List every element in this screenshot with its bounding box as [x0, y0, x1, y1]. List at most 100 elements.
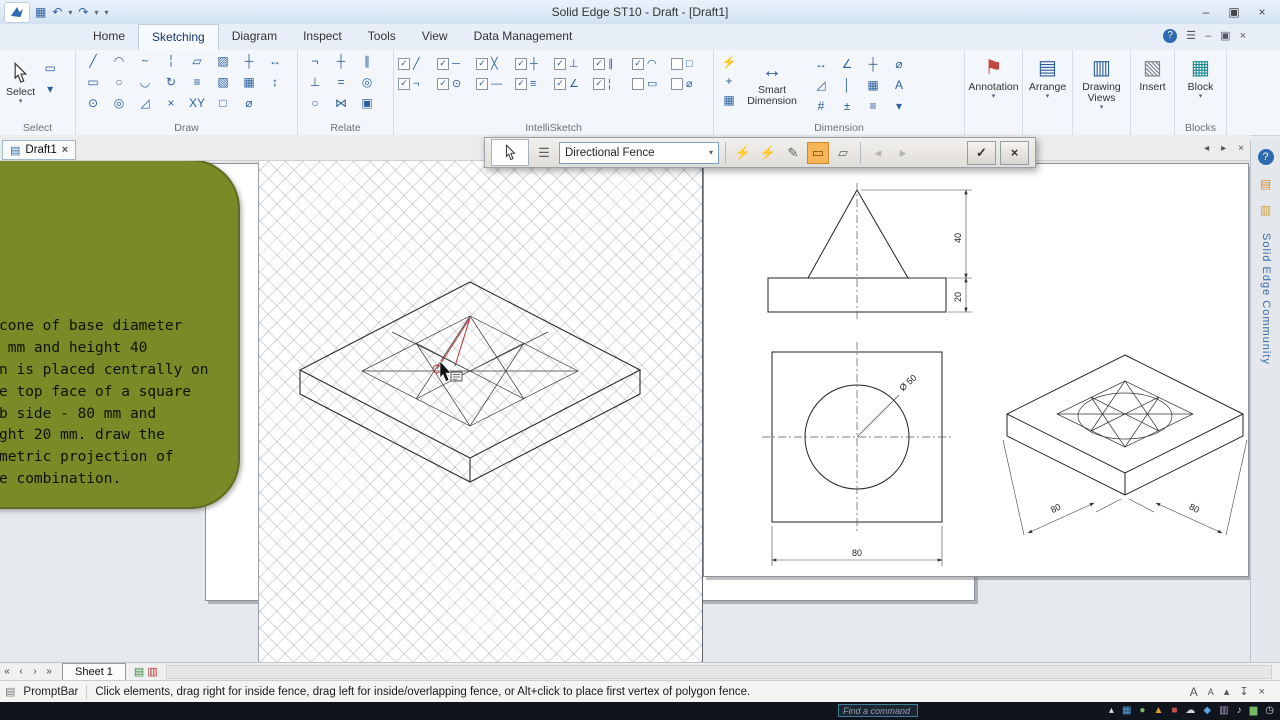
insert-button[interactable]: ▧ Insert	[1139, 50, 1165, 101]
offset-icon[interactable]: ≡	[186, 73, 208, 90]
select-tool-button[interactable]	[491, 139, 529, 166]
tray-network-icon[interactable]: ▆	[1250, 705, 1258, 717]
tab-tools[interactable]: Tools	[355, 24, 409, 50]
select-button[interactable]: Select ▾	[6, 55, 35, 106]
tray-clock-icon[interactable]: ◷	[1265, 705, 1274, 717]
find-command-input[interactable]	[838, 704, 918, 717]
scale-icon[interactable]: ↕	[264, 73, 286, 90]
checkbox-icon[interactable]	[554, 57, 566, 70]
is-reference[interactable]: ¦	[593, 77, 628, 90]
is-endpoint[interactable]: ╱	[398, 57, 433, 70]
previous-icon[interactable]: ◂	[867, 142, 889, 164]
coordinate-dimension-icon[interactable]: ┼	[862, 55, 884, 72]
horizontal-vertical-icon[interactable]: ┼	[330, 52, 352, 69]
accept-button[interactable]: ✓	[967, 140, 996, 165]
dock-icon[interactable]: ▴	[1224, 685, 1230, 698]
edit-dimension-icon[interactable]: ±	[836, 97, 858, 114]
pattern-icon[interactable]: ▦	[238, 73, 260, 90]
bookmark-icon[interactable]: ▥	[1260, 203, 1271, 217]
doc-close-icon[interactable]: ×	[1240, 29, 1246, 43]
tangent-relation-icon[interactable]: ○	[304, 94, 326, 111]
checkbox-icon[interactable]	[593, 77, 605, 90]
symmetric-icon[interactable]: ⋈	[330, 94, 352, 111]
help-icon[interactable]: ?	[1163, 29, 1178, 43]
maintain-relationships-icon[interactable]: +	[718, 72, 740, 90]
annotation-button[interactable]: ⚑ Annotation ▾	[968, 50, 1018, 101]
is-horizontal-vertical[interactable]: ┼	[515, 57, 550, 70]
fill-icon[interactable]: ▧	[212, 73, 234, 90]
isometric-view-construction[interactable]	[1056, 380, 1194, 448]
checkbox-icon[interactable]	[671, 57, 683, 70]
close-tab-icon[interactable]: ×	[62, 144, 68, 156]
symmetric-diameter-icon[interactable]: ⌀	[888, 55, 910, 72]
sheet-tab[interactable]: Sheet 1	[62, 663, 126, 680]
angle-between-icon[interactable]: ∠	[836, 55, 858, 72]
zone-icon[interactable]: □	[212, 94, 234, 111]
checkbox-icon[interactable]	[476, 57, 488, 70]
trim-icon[interactable]: ×	[160, 94, 182, 111]
undo-caret-icon[interactable]: ▾	[68, 8, 72, 17]
tray-app5-icon[interactable]: ◆	[1203, 705, 1211, 717]
copy-icon[interactable]: ▱	[186, 52, 208, 69]
select-more-icon[interactable]: ▾	[39, 80, 61, 97]
horizontal-scrollbar[interactable]	[165, 664, 1272, 679]
rotate-icon[interactable]: ↻	[160, 73, 182, 90]
is-diameter[interactable]: ⌀	[671, 77, 706, 90]
checkbox-icon[interactable]	[437, 77, 449, 90]
perpendicular-icon[interactable]: ⊥	[304, 73, 326, 90]
tab-sketching[interactable]: Sketching	[138, 24, 219, 50]
construction-icon[interactable]: ╎	[160, 52, 182, 69]
community-shortcut-icon[interactable]: ▤	[1260, 177, 1271, 191]
checkbox-icon[interactable]	[554, 77, 566, 90]
background-sheet-icon[interactable]: ▥	[147, 665, 157, 678]
chamfer-icon[interactable]: ◿	[134, 94, 156, 111]
font-size-small-icon[interactable]: A	[1208, 687, 1214, 697]
fence-draw-icon[interactable]: ✎	[782, 142, 804, 164]
dimension-prefix-icon[interactable]: #	[810, 97, 832, 114]
align-dimension-icon[interactable]: ≡	[862, 97, 884, 114]
tray-app1-icon[interactable]: ▦	[1122, 705, 1131, 717]
is-perpendicular[interactable]: ⊥	[554, 57, 589, 70]
options-list-icon[interactable]: ☰	[533, 142, 555, 164]
diameter-icon[interactable]: ⌀	[238, 94, 260, 111]
connect-icon[interactable]: ¬	[304, 52, 326, 69]
is-intersection[interactable]: ╳	[476, 57, 511, 70]
last-sheet-icon[interactable]: »	[42, 666, 56, 677]
fence-polygon-icon[interactable]: ▱	[832, 142, 854, 164]
lock-icon[interactable]: ▣	[356, 94, 378, 111]
autohide-pin-icon[interactable]: ↧	[1239, 685, 1248, 698]
drawing-area[interactable]: 40 20 Ø 50 80 80 80 cone of base diamete…	[0, 161, 1250, 662]
arrange-button[interactable]: ▤ Arrange ▾	[1029, 50, 1066, 101]
checkbox-icon[interactable]	[632, 77, 644, 90]
construction-star-lines[interactable]	[361, 315, 579, 427]
close-view-icon[interactable]: ×	[1238, 143, 1244, 154]
smart-dimension-button[interactable]: ↔ Smart Dimension	[745, 53, 799, 107]
curve-icon[interactable]: ~	[134, 52, 156, 69]
relationship-colors-icon[interactable]: ▦	[718, 91, 740, 109]
tab-inspect[interactable]: Inspect	[290, 24, 355, 50]
checkbox-icon[interactable]	[437, 57, 449, 70]
block-button[interactable]: ▦ Block ▾	[1188, 50, 1214, 101]
solid-edge-logo-icon[interactable]	[4, 1, 30, 23]
tab-home[interactable]: Home	[80, 24, 138, 50]
customize-quick-access-icon[interactable]: ▾	[105, 8, 109, 17]
is-edge[interactable]: —	[476, 77, 511, 90]
is-parallel[interactable]: ∥	[593, 57, 628, 70]
solid-edge-community-tab[interactable]: Solid Edge Community	[1260, 233, 1272, 365]
concentric-icon[interactable]: ◎	[356, 73, 378, 90]
font-size-large-icon[interactable]: A	[1190, 685, 1198, 699]
checkbox-icon[interactable]	[632, 57, 644, 70]
checkbox-icon[interactable]	[476, 77, 488, 90]
fence-type-dropdown[interactable]: Directional Fence ▾	[559, 141, 719, 164]
auto-dimension-icon[interactable]: ▦	[862, 76, 884, 93]
line-icon[interactable]: ╱	[82, 52, 104, 69]
tray-cloud-icon[interactable]: ☁	[1185, 705, 1195, 717]
is-frame[interactable]: ▭	[632, 77, 667, 90]
chamfer-dimension-icon[interactable]: ◿	[810, 76, 832, 93]
checkbox-icon[interactable]	[515, 57, 527, 70]
close-promptbar-icon[interactable]: ×	[1259, 686, 1265, 698]
close-button[interactable]: ×	[1248, 5, 1276, 19]
doc-minimize-icon[interactable]: –	[1205, 29, 1211, 43]
arc-3pt-icon[interactable]: ◡	[134, 73, 156, 90]
checkbox-icon[interactable]	[398, 77, 410, 90]
